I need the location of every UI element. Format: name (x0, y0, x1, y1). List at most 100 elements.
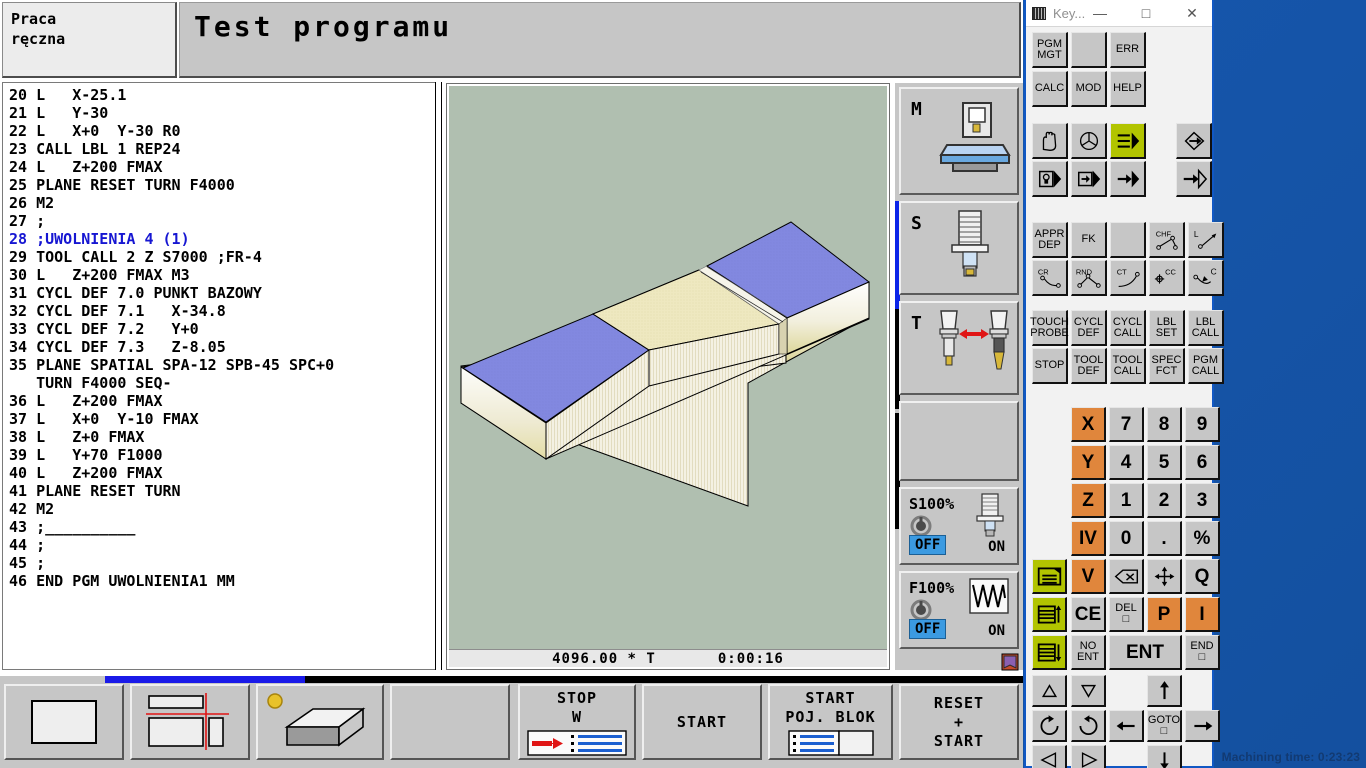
program-line[interactable]: 40 L Z+200 FMAX (9, 464, 441, 482)
help-key[interactable]: HELP (1110, 71, 1146, 107)
status-box-machine[interactable]: M (899, 87, 1019, 195)
num-key-1[interactable]: 1 (1109, 483, 1144, 518)
nav-right-triangle-key[interactable] (1071, 745, 1106, 768)
program-line[interactable]: 22 L X+0 Y-30 R0 (9, 122, 441, 140)
handwheel-icon[interactable] (1071, 123, 1107, 159)
graphics-view[interactable]: 4096.00 * T 0:00:16 (446, 83, 890, 670)
num-key-2[interactable]: 2 (1147, 483, 1182, 518)
feed-override-off-button[interactable]: OFF (909, 619, 947, 639)
softkey-reset-start[interactable]: RESET + START (899, 684, 1019, 760)
program-line[interactable]: 45 ; (9, 554, 441, 572)
axis-key-iv[interactable]: IV (1071, 521, 1106, 556)
lbl-call-key[interactable]: LBL CALL (1188, 310, 1224, 346)
page-up-icon[interactable] (1032, 597, 1067, 632)
program-line[interactable]: 41 PLANE RESET TURN (9, 482, 441, 500)
program-edit-icon[interactable] (1176, 123, 1212, 159)
spec-fct-key[interactable]: SPEC FCT (1149, 348, 1185, 384)
num-key-6[interactable]: 6 (1185, 445, 1220, 480)
axis-key-z[interactable]: Z (1071, 483, 1106, 518)
goto-key[interactable]: GOTO □ (1147, 710, 1182, 742)
num-key-7[interactable]: 7 (1109, 407, 1144, 442)
feed-override-box[interactable]: F100% OFF ON (899, 571, 1019, 649)
mod-key[interactable]: MOD (1071, 71, 1107, 107)
status-box-empty[interactable] (899, 401, 1019, 481)
softkey-view-single[interactable] (4, 684, 124, 760)
operating-mode-indicator[interactable]: Praca ręczna (2, 2, 177, 78)
program-line[interactable]: 33 CYCL DEF 7.2 Y+0 (9, 320, 441, 338)
program-line[interactable]: 31 CYCL DEF 7.0 PUNKT BAZOWY (9, 284, 441, 302)
program-line[interactable]: 26 M2 (9, 194, 441, 212)
end-key[interactable]: END □ (1185, 635, 1220, 670)
pgm-mgt-key[interactable]: PGM MGT (1032, 32, 1068, 68)
arrow-up-key[interactable] (1147, 675, 1182, 707)
touch-probe-key[interactable]: TOUCH PROBE (1030, 310, 1069, 346)
rotate-ccw-key[interactable] (1032, 710, 1067, 742)
q-param-key[interactable]: Q (1185, 559, 1220, 594)
status-box-tool[interactable]: T (899, 301, 1019, 395)
single-block-run-icon[interactable] (1110, 161, 1146, 197)
rnd-key[interactable]: RND (1071, 260, 1107, 296)
no-ent-key[interactable]: NO ENT (1071, 635, 1106, 670)
c-key[interactable]: C (1188, 260, 1224, 296)
num-key-3[interactable]: 3 (1185, 483, 1220, 518)
spindle-override-off-button[interactable]: OFF (909, 535, 947, 555)
appr-dep-key[interactable]: APPR DEP (1032, 222, 1068, 258)
program-line[interactable]: 46 END PGM UWOLNIENIA1 MM (9, 572, 441, 590)
manual-hand-icon[interactable] (1032, 123, 1068, 159)
mdi-icon[interactable] (1032, 161, 1068, 197)
softkey-empty[interactable] (390, 684, 510, 760)
program-line[interactable]: 44 ; (9, 536, 441, 554)
num-key-5[interactable]: 5 (1147, 445, 1182, 480)
softkey-view-3d[interactable] (256, 684, 384, 760)
program-input-icon[interactable] (1176, 161, 1212, 197)
maximize-button[interactable]: □ (1130, 0, 1162, 26)
blank-key-2[interactable] (1110, 222, 1146, 258)
program-line[interactable]: 21 L Y-30 (9, 104, 441, 122)
spindle-override-box[interactable]: S100% OFF ON (899, 487, 1019, 565)
del-key[interactable]: DEL □ (1109, 597, 1144, 632)
cr-key[interactable]: CR (1032, 260, 1068, 296)
nav-up-triangle-key[interactable] (1032, 675, 1067, 707)
cc-key[interactable]: CC (1149, 260, 1185, 296)
page-icon[interactable] (1032, 559, 1067, 594)
minimize-button[interactable]: — (1084, 0, 1116, 26)
program-line[interactable]: 27 ; (9, 212, 441, 230)
num-key-9[interactable]: 9 (1185, 407, 1220, 442)
err-key[interactable]: ERR (1110, 32, 1146, 68)
feed-override-on-button[interactable]: ON (988, 623, 1005, 639)
arrow-right-key[interactable] (1185, 710, 1220, 742)
softkey-stop-w[interactable]: STOP W (518, 684, 636, 760)
blank-key[interactable] (1071, 32, 1107, 68)
program-line[interactable]: 34 CYCL DEF 7.3 Z-8.05 (9, 338, 441, 356)
program-line[interactable]: 29 TOOL CALL 2 Z S7000 ;FR-4 (9, 248, 441, 266)
axis-key-y[interactable]: Y (1071, 445, 1106, 480)
num-key-dot[interactable]: . (1147, 521, 1182, 556)
program-line[interactable]: 32 CYCL DEF 7.1 X-34.8 (9, 302, 441, 320)
num-key-4[interactable]: 4 (1109, 445, 1144, 480)
program-line[interactable]: 30 L Z+200 FMAX M3 (9, 266, 441, 284)
program-run-full-icon[interactable] (1110, 123, 1146, 159)
lbl-set-key[interactable]: LBL SET (1149, 310, 1185, 346)
num-key-8[interactable]: 8 (1147, 407, 1182, 442)
program-line[interactable]: 42 M2 (9, 500, 441, 518)
p-key[interactable]: P (1147, 597, 1182, 632)
ent-key[interactable]: ENT (1109, 635, 1182, 670)
program-line[interactable]: TURN F4000 SEQ- (9, 374, 441, 392)
chf-key[interactable]: CHF (1149, 222, 1185, 258)
status-box-spindle[interactable]: S (899, 201, 1019, 295)
program-line[interactable]: 20 L X-25.1 (9, 86, 441, 104)
page-down-icon[interactable] (1032, 635, 1067, 670)
program-line[interactable]: 28 ;UWOLNIENIA 4 (1) (9, 230, 441, 248)
ct-key[interactable]: CT (1110, 260, 1146, 296)
ce-key[interactable]: CE (1071, 597, 1106, 632)
program-line[interactable]: 25 PLANE RESET TURN F4000 (9, 176, 441, 194)
stop-key[interactable]: STOP (1032, 348, 1068, 384)
arrow-left-key[interactable] (1109, 710, 1144, 742)
keyboard-title-bar[interactable]: Key... — □ ✕ (1026, 0, 1212, 27)
rotate-cw-key[interactable] (1071, 710, 1106, 742)
program-line[interactable]: 24 L Z+200 FMAX (9, 158, 441, 176)
help-book-icon[interactable] (1001, 653, 1019, 671)
axis-key-v[interactable]: V (1071, 559, 1106, 594)
num-key-pct[interactable]: % (1185, 521, 1220, 556)
program-line[interactable]: 23 CALL LBL 1 REP24 (9, 140, 441, 158)
